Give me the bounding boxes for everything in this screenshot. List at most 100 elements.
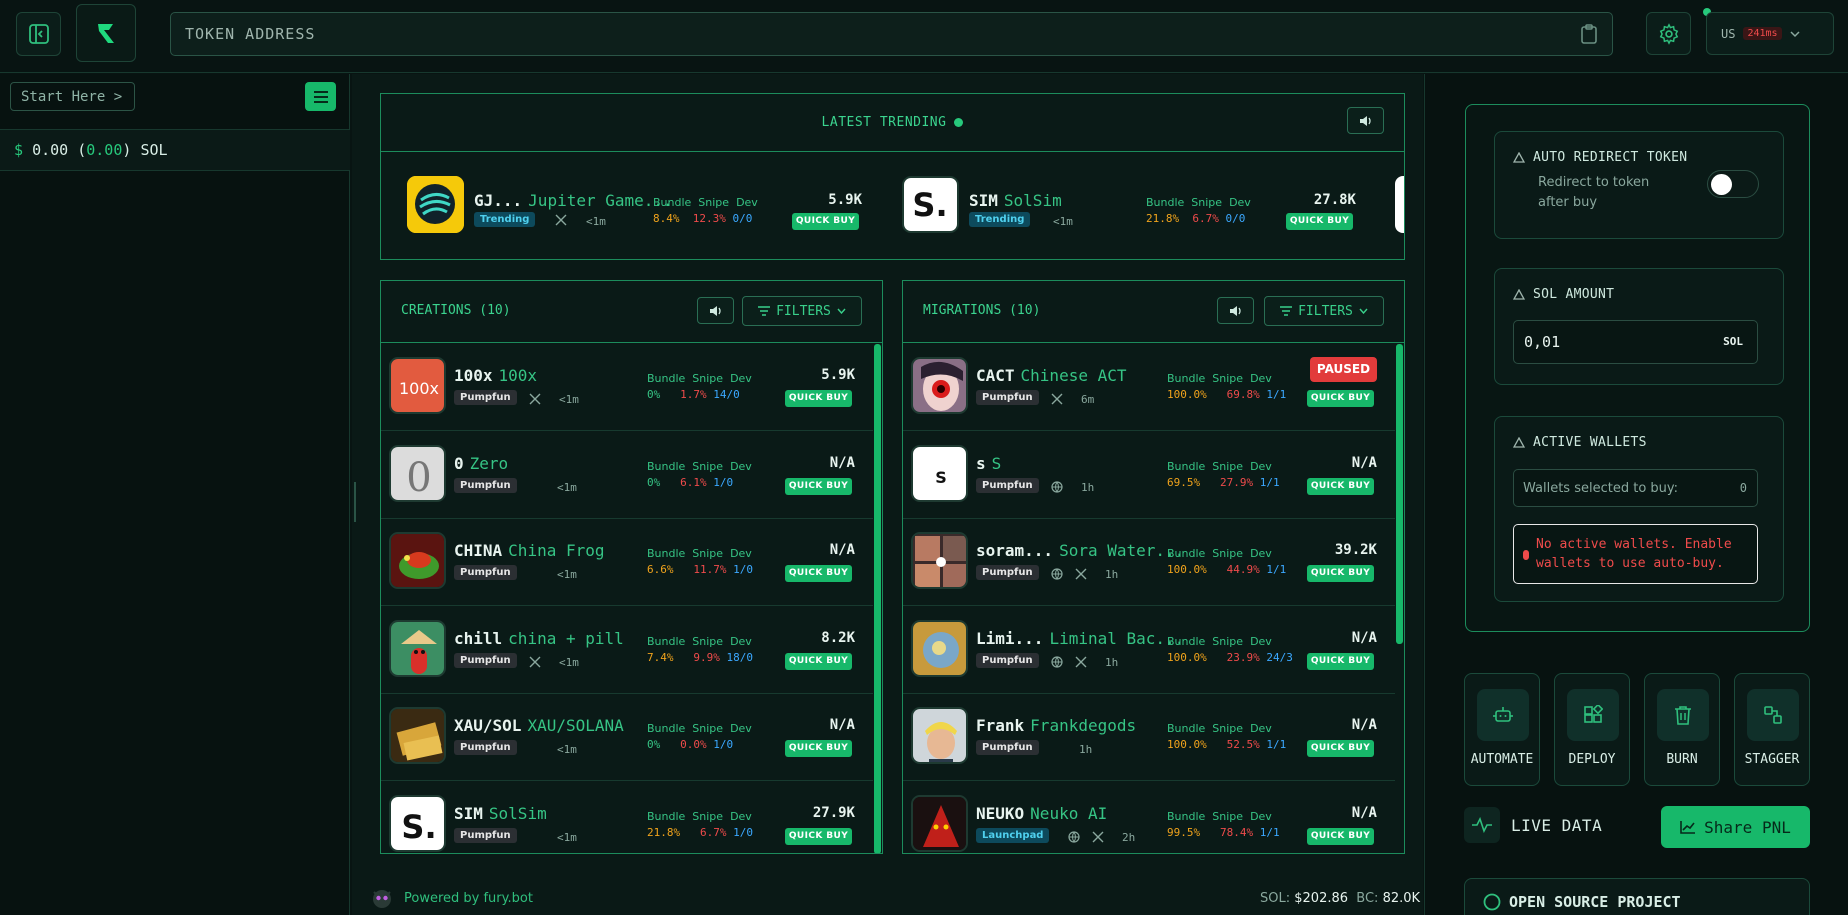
- token-name[interactable]: NEUKO Neuko AI: [976, 804, 1107, 823]
- blocks-icon: [1584, 705, 1603, 723]
- globe-icon[interactable]: [1051, 568, 1063, 580]
- token-row[interactable]: soram... Sora Water... Pumpfun 1h Bundle Sni…: [903, 519, 1395, 606]
- token-row[interactable]: Limi... Liminal Bac... Pumpfun 1h Bundle Sni…: [903, 607, 1395, 694]
- quick-buy-button[interactable]: QUICK BUY: [1307, 565, 1374, 582]
- token-name[interactable]: CHINA China Frog: [454, 541, 605, 560]
- quick-buy-button[interactable]: QUICK BUY: [1286, 213, 1353, 230]
- migrations-sound-button[interactable]: [1217, 297, 1254, 324]
- token-name[interactable]: Limi... Liminal Bac...: [976, 629, 1184, 648]
- token-avatar[interactable]: [389, 532, 446, 589]
- token-name[interactable]: soram... Sora Water...: [976, 541, 1184, 560]
- token-avatar[interactable]: S.: [389, 794, 446, 852]
- migrations-filters-button[interactable]: FILTERS: [1264, 296, 1384, 326]
- quick-buy-button[interactable]: QUICK BUY: [785, 652, 852, 670]
- token-row[interactable]: Frank Frankdegods Pumpfun 1h Bundle Snipe De…: [903, 694, 1395, 781]
- open-source-card[interactable]: OPEN SOURCE PROJECT: [1464, 878, 1810, 915]
- token-name[interactable]: XAU/SOL XAU/SOLANA: [454, 716, 624, 735]
- burn-button[interactable]: BURN: [1644, 673, 1720, 786]
- x-twitter-icon[interactable]: [529, 393, 541, 405]
- x-twitter-icon[interactable]: [529, 656, 541, 668]
- settings-button[interactable]: [1646, 12, 1691, 55]
- token-avatar[interactable]: [389, 707, 446, 764]
- stagger-label: STAGGER: [1744, 752, 1800, 767]
- x-twitter-icon[interactable]: [1075, 656, 1087, 668]
- deploy-button[interactable]: DEPLOY: [1554, 673, 1630, 786]
- token-avatar[interactable]: [911, 794, 968, 852]
- clipboard-icon[interactable]: [1580, 23, 1598, 45]
- balance-amount: 0.00: [32, 141, 69, 159]
- quick-buy-button[interactable]: QUICK BUY: [1307, 390, 1374, 407]
- token-row[interactable]: 0 0 Zero Pumpfun <1m Bundle Snipe Dev 0% 6.1% …: [381, 432, 873, 519]
- token-address-input[interactable]: [185, 13, 1565, 55]
- token-name[interactable]: SIM SolSim: [969, 191, 1062, 210]
- region-selector[interactable]: US 241ms: [1706, 12, 1834, 55]
- quick-buy-button[interactable]: QUICK BUY: [785, 740, 852, 757]
- live-data-label[interactable]: LIVE DATA: [1511, 816, 1602, 835]
- globe-icon[interactable]: [1051, 480, 1063, 493]
- token-avatar[interactable]: [911, 357, 968, 414]
- app-logo[interactable]: [76, 4, 136, 62]
- token-avatar[interactable]: 0: [389, 444, 446, 502]
- token-name[interactable]: SIM SolSim: [454, 804, 547, 823]
- token-avatar[interactable]: S.: [902, 176, 959, 233]
- token-row[interactable]: 100x 100x 100x Pumpfun <1m Bundle Snipe Dev 0%…: [381, 344, 873, 431]
- token-row[interactable]: CACT Chinese ACT Pumpfun 6m Bundle Snipe Dev…: [903, 344, 1395, 431]
- token-row[interactable]: NEUKO Neuko AI Launchpad 2h Bundle Snipe Dev…: [903, 782, 1395, 854]
- globe-icon[interactable]: [1051, 655, 1063, 668]
- token-name[interactable]: CACT Chinese ACT: [976, 366, 1127, 385]
- creations-title: CREATIONS (10): [401, 303, 511, 318]
- svg-text:S.: S.: [401, 808, 436, 846]
- token-name[interactable]: GJ... Jupiter Game...: [474, 191, 673, 210]
- quick-buy-button[interactable]: QUICK BUY: [785, 390, 852, 407]
- token-name[interactable]: 100x 100x: [454, 366, 537, 385]
- automate-button[interactable]: AUTOMATE: [1464, 673, 1540, 786]
- token-row[interactable]: chill china + pill Pumpfun <1m Bundle Snipe …: [381, 607, 873, 694]
- token-stats: Bundle Snipe Dev 0% 6.1% 1/0: [647, 459, 752, 489]
- token-avatar[interactable]: 100x: [389, 357, 446, 414]
- trending-header: LATEST TRENDING: [381, 94, 1404, 152]
- token-avatar[interactable]: S: [911, 444, 968, 502]
- token-row[interactable]: Ss S Pumpfun 1h Bundle Snipe Dev 69.5% 27.9% …: [903, 432, 1395, 519]
- token-name[interactable]: Frank Frankdegods: [976, 716, 1136, 735]
- quick-buy-button[interactable]: QUICK BUY: [785, 565, 852, 582]
- quick-buy-button[interactable]: QUICK BUY: [785, 827, 852, 845]
- token-row[interactable]: XAU/SOL XAU/SOLANA Pumpfun <1m Bundle Snipe …: [381, 694, 873, 781]
- token-name[interactable]: 0 Zero: [454, 454, 508, 473]
- quick-buy-button[interactable]: QUICK BUY: [785, 477, 852, 495]
- x-twitter-icon[interactable]: [1075, 568, 1087, 580]
- migrations-scrollbar[interactable]: [1396, 344, 1403, 644]
- sol-amount-input[interactable]: 0,01 SOL: [1513, 320, 1758, 364]
- trending-sound-button[interactable]: [1347, 107, 1384, 134]
- token-avatar[interactable]: [389, 619, 446, 677]
- x-twitter-icon[interactable]: [1092, 831, 1104, 843]
- quick-buy-button[interactable]: QUICK BUY: [1307, 652, 1374, 670]
- creations-scrollbar[interactable]: [874, 344, 881, 853]
- quick-buy-button[interactable]: QUICK BUY: [1307, 827, 1374, 845]
- quick-buy-button[interactable]: QUICK BUY: [792, 213, 859, 230]
- token-row[interactable]: S. SIM SolSim Pumpfun <1m Bundle Snipe Dev 21.…: [381, 782, 873, 854]
- creations-sound-button[interactable]: [697, 297, 734, 324]
- token-avatar[interactable]: [911, 619, 968, 677]
- token-avatar-partial[interactable]: [1395, 176, 1404, 233]
- token-row[interactable]: CHINA China Frog Pumpfun <1m Bundle Snipe De…: [381, 519, 873, 606]
- token-avatar[interactable]: [911, 707, 968, 764]
- x-twitter-icon[interactable]: [1051, 393, 1063, 405]
- share-pnl-button[interactable]: Share PNL: [1661, 806, 1810, 848]
- token-avatar[interactable]: [407, 176, 464, 233]
- quick-buy-button[interactable]: QUICK BUY: [1307, 477, 1374, 495]
- start-here-button[interactable]: Start Here >: [10, 82, 135, 111]
- token-name[interactable]: chill china + pill: [454, 629, 624, 648]
- auto-redirect-toggle[interactable]: [1707, 170, 1759, 198]
- powered-by-link[interactable]: Powered by fury.bot: [404, 891, 533, 906]
- x-twitter-icon[interactable]: [555, 214, 567, 226]
- globe-icon[interactable]: [1068, 830, 1080, 843]
- stagger-button[interactable]: STAGGER: [1734, 673, 1810, 786]
- fury-bot-icon: [373, 890, 391, 908]
- menu-button[interactable]: [305, 82, 336, 111]
- collapse-sidebar-button[interactable]: [16, 12, 61, 56]
- resize-handle-left[interactable]: [354, 482, 356, 522]
- quick-buy-button[interactable]: QUICK BUY: [1307, 740, 1374, 757]
- creations-filters-button[interactable]: FILTERS: [742, 296, 862, 326]
- token-avatar[interactable]: [911, 532, 968, 589]
- token-name[interactable]: sS: [976, 454, 1001, 473]
